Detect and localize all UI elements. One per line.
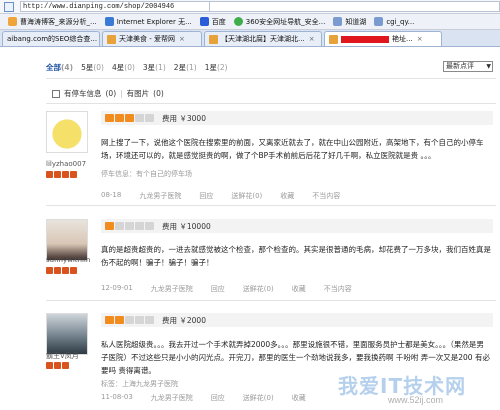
review-footer: 11-08-03 九龙男子医院 回应 送鲜花(0) 收藏 bbox=[101, 393, 306, 403]
page-icon bbox=[374, 17, 384, 26]
filter-3-star[interactable]: 3星(1) bbox=[143, 62, 166, 73]
browser-tab[interactable]: aibang.com的SEO综合查... bbox=[2, 31, 100, 46]
star-filter-bar: 全部(4) 5星(0) 4星(0) 3星(1) 2星(1) 1星(2) bbox=[46, 62, 228, 73]
watermark-url: www.52ij.com bbox=[388, 395, 444, 405]
filter-1-star[interactable]: 1星(2) bbox=[205, 62, 228, 73]
review-date: 08-18 bbox=[101, 191, 122, 199]
review-text: 网上搜了一下，说他这个医院在搜索里的前面，又离家近就去了，就在中山公园附近，高架… bbox=[101, 138, 484, 160]
favorite-link[interactable]: 收藏 bbox=[292, 393, 306, 403]
favorite-item[interactable]: 360安全网址导航_安全... bbox=[233, 17, 325, 27]
avatar[interactable] bbox=[46, 313, 88, 355]
favorite-link[interactable]: 收藏 bbox=[280, 191, 294, 201]
site-watermark: 我爱IT技术网 www.52ij.com bbox=[338, 370, 498, 410]
review-subinfo: 标签：上海九龙男子医院 bbox=[101, 380, 178, 388]
sort-select[interactable]: 最新点评 ▼ bbox=[443, 61, 493, 72]
browser-tab[interactable]: 天津美食 - 爱帮网 × bbox=[102, 31, 202, 46]
tab-bar: aibang.com的SEO综合查... 天津美食 - 爱帮网 × 【天津湖北腐】… bbox=[0, 30, 500, 47]
close-icon[interactable]: × bbox=[417, 35, 423, 43]
favorite-item[interactable]: Internet Explorer 无... bbox=[104, 17, 192, 27]
close-icon[interactable]: × bbox=[179, 35, 185, 43]
review-header: 费用 ￥2000 bbox=[101, 313, 493, 327]
filter-4-star[interactable]: 4星(0) bbox=[112, 62, 135, 73]
user-rank-badges bbox=[46, 362, 69, 369]
review-date: 11-08-03 bbox=[101, 393, 133, 401]
parking-checkbox[interactable] bbox=[52, 89, 60, 98]
favorite-item[interactable]: 曹海涛博客_来源分析_... bbox=[8, 17, 97, 27]
browser-tab[interactable]: 【天津湖北腐】天津湖北... × bbox=[204, 31, 322, 46]
browser-tab-active[interactable]: 艳址... × bbox=[324, 31, 442, 46]
username[interactable]: 霸王V凤月 bbox=[46, 351, 106, 361]
hospital-link[interactable]: 九龙男子医院 bbox=[151, 393, 193, 403]
page-icon bbox=[4, 1, 14, 12]
review-footer: 08-18 九龙男子医院 回应 送鲜花(0) 收藏 不当内容 bbox=[101, 191, 340, 201]
review-price: 费用 ￥2000 bbox=[162, 315, 206, 325]
reply-link[interactable]: 回应 bbox=[211, 393, 225, 403]
hospital-link[interactable]: 九龙男子医院 bbox=[151, 284, 193, 294]
review-price: 费用 ￥10000 bbox=[162, 221, 211, 231]
flower-link[interactable]: 送鲜花(0) bbox=[231, 191, 262, 201]
360-icon bbox=[233, 17, 243, 26]
chevron-down-icon: ▼ bbox=[486, 63, 491, 70]
star-rating bbox=[105, 316, 154, 324]
favorite-link[interactable]: 收藏 bbox=[292, 284, 306, 294]
flower-link[interactable]: 送鲜花(0) bbox=[243, 284, 274, 294]
filter-all[interactable]: 全部(4) bbox=[46, 62, 73, 73]
photos-link[interactable]: 有图片 bbox=[127, 88, 150, 99]
favorite-item[interactable]: 百度 bbox=[199, 17, 226, 27]
user-rank-badges bbox=[46, 171, 77, 178]
star-icon bbox=[8, 17, 17, 26]
review-footer: 12-09-01 九龙男子医院 回应 送鲜花(0) 收藏 不当内容 bbox=[101, 284, 352, 294]
tab-icon bbox=[209, 34, 218, 44]
ie-icon bbox=[104, 17, 114, 26]
close-icon[interactable]: × bbox=[309, 35, 315, 43]
report-link[interactable]: 不当内容 bbox=[324, 284, 352, 294]
favorites-bar: 曹海涛博客_来源分析_... Internet Explorer 无... 百度… bbox=[0, 14, 500, 30]
filter-2-star[interactable]: 2星(1) bbox=[174, 62, 197, 73]
report-link[interactable]: 不当内容 bbox=[312, 191, 340, 201]
address-bar-fill bbox=[210, 1, 500, 12]
options-row: 有停车信息 (0) | 有图片 (0) bbox=[52, 88, 164, 99]
review-date: 12-09-01 bbox=[101, 284, 133, 292]
avatar[interactable] bbox=[46, 219, 88, 261]
tab-icon bbox=[329, 34, 338, 44]
address-bar: http://www.dianping.com/shop/2004946 bbox=[0, 0, 500, 14]
username[interactable]: sunnywithlin bbox=[46, 256, 106, 264]
user-rank-badges bbox=[46, 267, 77, 274]
star-rating bbox=[105, 222, 154, 230]
tab-icon bbox=[107, 34, 116, 44]
avatar[interactable] bbox=[46, 111, 88, 153]
review-text: 真的是超贵超贵的，一进去就感觉被这个检查，那个检查的。其实是很普通的毛病，却花费… bbox=[101, 245, 491, 267]
separator: | bbox=[120, 89, 123, 98]
review-header: 费用 ￥10000 bbox=[101, 219, 493, 233]
username[interactable]: lilyzhao007 bbox=[46, 160, 106, 168]
review-subinfo: 停车信息：有个自己的停车场 bbox=[101, 170, 192, 178]
url-input[interactable]: http://www.dianping.com/shop/2004946 bbox=[20, 1, 210, 12]
page-icon bbox=[333, 17, 343, 26]
divider bbox=[46, 300, 496, 301]
filter-5-star[interactable]: 5星(0) bbox=[81, 62, 104, 73]
reply-link[interactable]: 回应 bbox=[199, 191, 213, 201]
favorite-item[interactable]: 知道湖 bbox=[333, 17, 366, 27]
review-header: 费用 ￥3000 bbox=[101, 111, 493, 125]
flower-link[interactable]: 送鲜花(0) bbox=[243, 393, 274, 403]
baidu-icon bbox=[199, 17, 209, 26]
parking-label: 有停车信息 bbox=[64, 89, 102, 98]
star-rating bbox=[105, 114, 154, 122]
review-price: 费用 ￥3000 bbox=[162, 113, 206, 123]
reply-link[interactable]: 回应 bbox=[211, 284, 225, 294]
favorite-item[interactable]: cgi_qy... bbox=[374, 17, 414, 26]
divider bbox=[46, 78, 496, 79]
divider bbox=[46, 103, 496, 104]
hospital-link[interactable]: 九龙男子医院 bbox=[139, 191, 181, 201]
redacted-block bbox=[341, 35, 389, 43]
divider bbox=[46, 205, 496, 206]
